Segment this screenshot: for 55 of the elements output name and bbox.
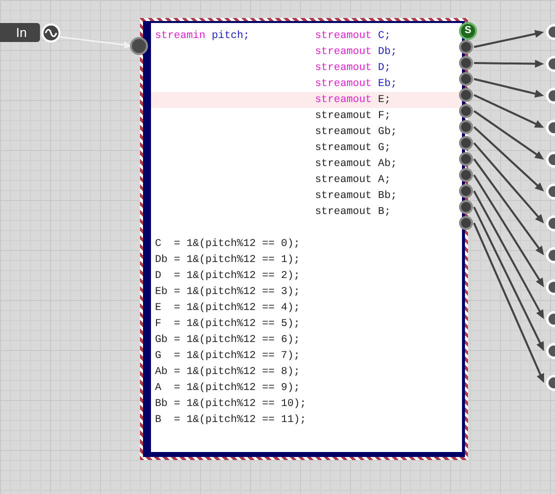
inlet-port-icon[interactable] <box>546 279 555 296</box>
inlet-port-icon[interactable] <box>546 152 555 168</box>
code-line: A = 1&(pitch%12 == 9); <box>155 381 300 396</box>
output-port-icon[interactable] <box>459 72 473 86</box>
code-line: streamout D; <box>315 61 391 76</box>
inlet-port-icon[interactable] <box>546 247 555 264</box>
output-port-icon[interactable] <box>459 56 473 70</box>
code-line: Gb = 1&(pitch%12 == 6); <box>155 333 300 348</box>
inlet-port-icon[interactable] <box>546 120 555 136</box>
output-port-icon[interactable] <box>459 104 473 118</box>
code-line: Db = 1&(pitch%12 == 1); <box>155 253 300 268</box>
code-line: F = 1&(pitch%12 == 5); <box>155 317 300 332</box>
inlet-port-icon[interactable] <box>546 88 555 104</box>
output-port-icon[interactable] <box>459 88 473 102</box>
code-line: streamout E; <box>315 93 391 108</box>
inlet-port-icon[interactable] <box>546 24 555 40</box>
inlet-port-icon[interactable] <box>546 343 555 359</box>
code-line: B = 1&(pitch%12 == 11); <box>155 413 306 428</box>
inlet-port-icon[interactable] <box>546 374 555 391</box>
code-line: streamout Bb; <box>315 189 397 204</box>
code-line: C = 1&(pitch%12 == 0); <box>155 237 300 252</box>
code-line: streamout Eb; <box>315 77 397 92</box>
output-port-icon[interactable] <box>459 120 473 134</box>
code-line: streamout Db; <box>315 45 397 60</box>
code-line: Ab = 1&(pitch%12 == 8); <box>155 365 300 380</box>
output-port-icon[interactable] <box>459 40 473 54</box>
code-line: E = 1&(pitch%12 == 4); <box>155 301 300 316</box>
output-port-icon[interactable] <box>459 168 473 182</box>
code-line: streamout F; <box>315 109 391 124</box>
code-line: streamout Gb; <box>315 125 397 140</box>
output-port-icon[interactable] <box>459 152 473 166</box>
code-line: streamout B; <box>315 205 391 220</box>
code-line: streamout C; <box>315 29 391 44</box>
code-line: streamin pitch; <box>155 29 251 44</box>
inlet-port-icon[interactable] <box>546 184 555 200</box>
wire-arrow <box>474 60 544 68</box>
code-line: streamout Ab; <box>315 157 397 172</box>
state-port[interactable]: S <box>459 22 477 40</box>
inlet-port-icon[interactable] <box>546 311 555 328</box>
code-line: streamout A; <box>315 173 391 188</box>
wave-icon <box>42 24 60 42</box>
output-port-icon[interactable] <box>459 216 473 230</box>
input-node[interactable]: In <box>0 23 40 42</box>
code-line: D = 1&(pitch%12 == 2); <box>155 269 300 284</box>
code-line: streamout G; <box>315 141 391 156</box>
input-port-icon[interactable] <box>130 37 148 55</box>
code-line: Eb = 1&(pitch%12 == 3); <box>155 285 300 300</box>
output-port-icon[interactable] <box>459 136 473 150</box>
wire-arrow <box>474 30 544 48</box>
inlet-port-icon[interactable] <box>546 215 555 232</box>
output-port-icon[interactable] <box>459 184 473 198</box>
code-line: G = 1&(pitch%12 == 7); <box>155 349 300 364</box>
inlet-port-icon[interactable] <box>546 56 555 72</box>
code-line: Bb = 1&(pitch%12 == 10); <box>155 397 306 412</box>
output-port-icon[interactable] <box>459 200 473 214</box>
